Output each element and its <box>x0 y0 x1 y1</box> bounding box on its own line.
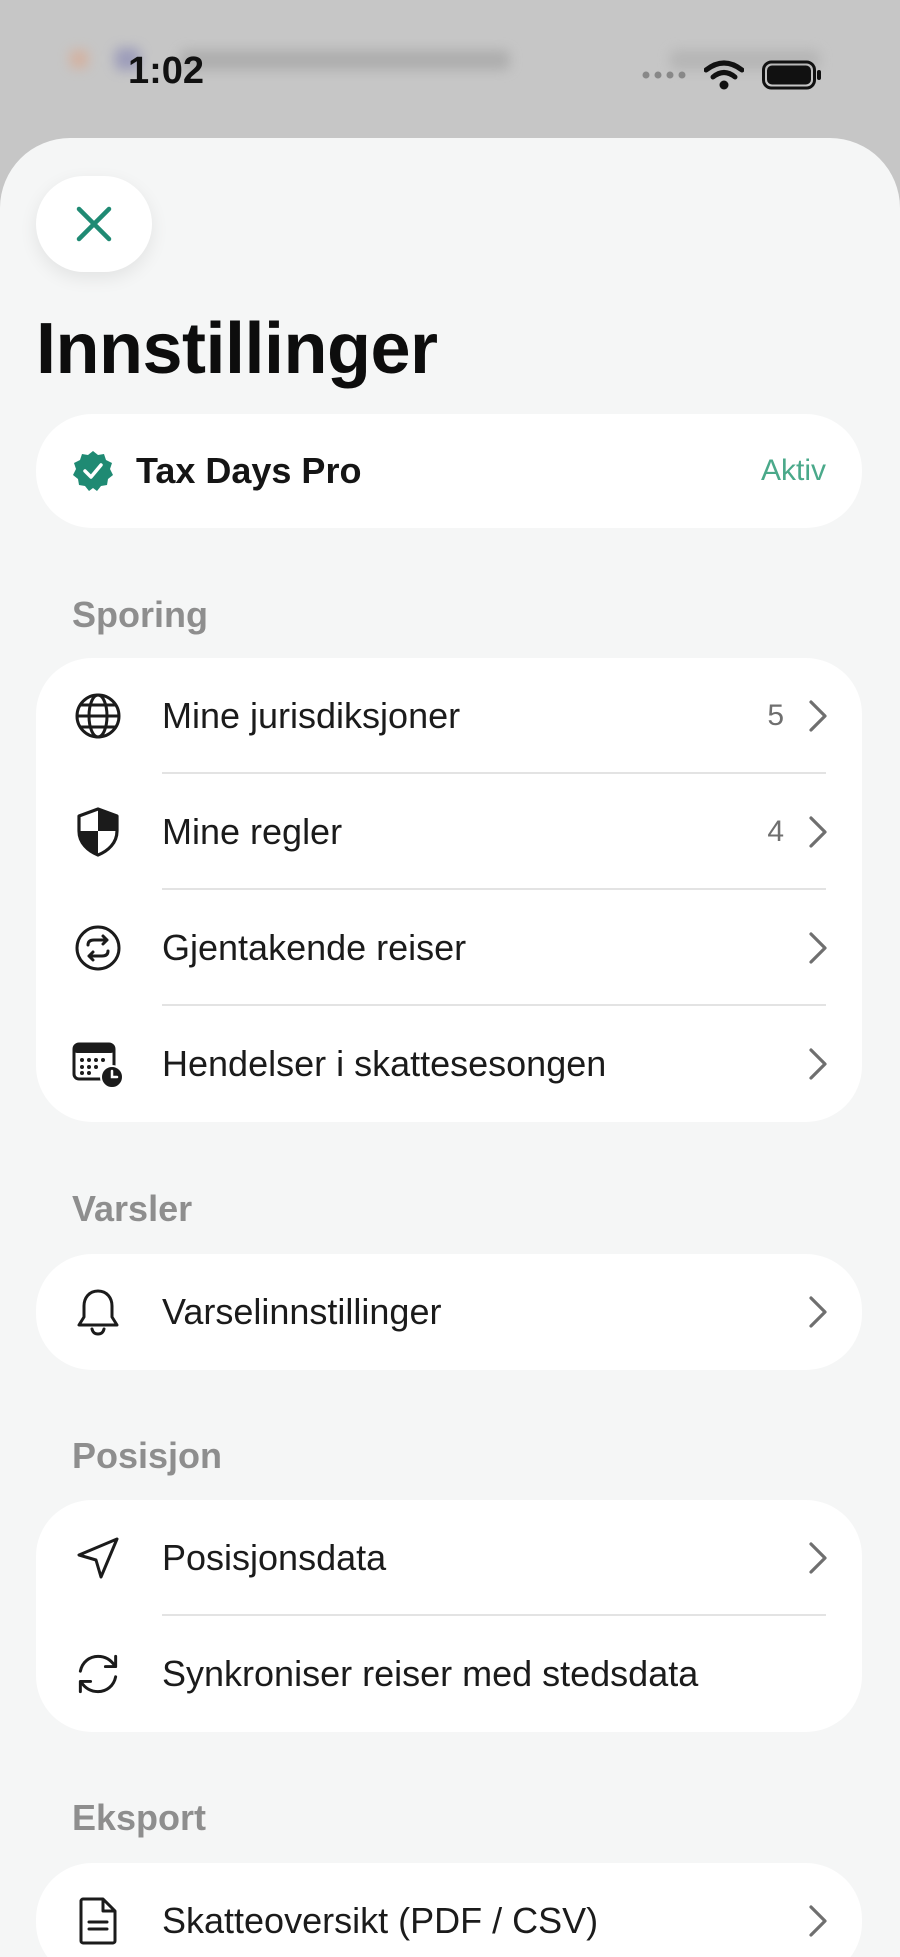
settings-row-jurisdictions[interactable]: Mine jurisdiksjoner 5 <box>36 658 862 774</box>
page-title: Innstillinger <box>36 309 438 389</box>
row-label: Mine regler <box>162 811 343 852</box>
sync-icon <box>78 1654 118 1694</box>
cellular-signal-icon <box>642 71 686 79</box>
row-label: Hendelser i skattesesongen <box>162 1043 607 1084</box>
shield-icon <box>77 807 119 857</box>
wifi-icon <box>704 60 744 90</box>
row-label: Varselinnstillinger <box>162 1291 442 1332</box>
close-button[interactable] <box>36 176 152 272</box>
eksport-card: Skatteoversikt (PDF / CSV) <box>36 1863 862 1957</box>
pro-status-badge: Aktiv <box>760 454 826 487</box>
chevron-right-icon <box>809 1296 827 1328</box>
section-label-eksport: Eksport <box>72 1797 207 1838</box>
battery-icon <box>762 60 821 90</box>
row-count: 5 <box>767 699 784 732</box>
settings-row-location-data[interactable]: Posisjonsdata <box>36 1500 862 1616</box>
repeat-icon <box>75 925 121 971</box>
settings-row-tax-summary-export[interactable]: Skatteoversikt (PDF / CSV) <box>36 1863 862 1957</box>
settings-sheet: Innstillinger Tax Days Pro Aktiv Sporing… <box>0 138 900 1957</box>
chevron-right-icon <box>809 932 827 964</box>
chevron-right-icon <box>809 1542 827 1574</box>
settings-row-tax-season-events[interactable]: Hendelser i skattesesongen <box>36 1006 862 1122</box>
posisjon-card: Posisjonsdata Synkroniser reiser med ste… <box>36 1500 862 1732</box>
settings-row-sync-trips[interactable]: Synkroniser reiser med stedsdata <box>36 1616 862 1732</box>
sporing-card: Mine jurisdiksjoner 5 Mine regler 4 Gjen… <box>36 658 862 1122</box>
globe-icon <box>75 693 121 739</box>
bell-icon <box>77 1289 119 1336</box>
status-bar: 1:02 <box>0 0 900 140</box>
section-label-varsler: Varsler <box>72 1188 193 1229</box>
calendar-clock-icon <box>72 1042 124 1089</box>
row-label: Gjentakende reiser <box>162 927 467 968</box>
row-label: Skatteoversikt (PDF / CSV) <box>162 1900 599 1941</box>
section-label-posisjon: Posisjon <box>72 1435 223 1476</box>
settings-row-recurring-trips[interactable]: Gjentakende reiser <box>36 890 862 1006</box>
close-icon <box>76 206 112 242</box>
row-label: Posisjonsdata <box>162 1537 387 1578</box>
varsler-card: Varselinnstillinger <box>36 1254 862 1370</box>
settings-row-rules[interactable]: Mine regler 4 <box>36 774 862 890</box>
row-count: 4 <box>767 815 784 848</box>
verified-badge-icon <box>73 451 113 491</box>
settings-row-notifications[interactable]: Varselinnstillinger <box>36 1254 862 1370</box>
chevron-right-icon <box>809 1048 827 1080</box>
pro-name: Tax Days Pro <box>136 450 362 491</box>
status-time: 1:02 <box>128 50 205 92</box>
document-icon <box>79 1897 117 1945</box>
pro-subscription-card[interactable]: Tax Days Pro Aktiv <box>36 414 862 528</box>
location-arrow-icon <box>77 1537 119 1579</box>
chevron-right-icon <box>809 816 827 848</box>
row-label: Synkroniser reiser med stedsdata <box>162 1653 699 1694</box>
status-icons <box>642 55 822 95</box>
chevron-right-icon <box>809 700 827 732</box>
chevron-right-icon <box>809 1905 827 1937</box>
row-label: Mine jurisdiksjoner <box>162 695 461 736</box>
section-label-sporing: Sporing <box>72 594 208 635</box>
